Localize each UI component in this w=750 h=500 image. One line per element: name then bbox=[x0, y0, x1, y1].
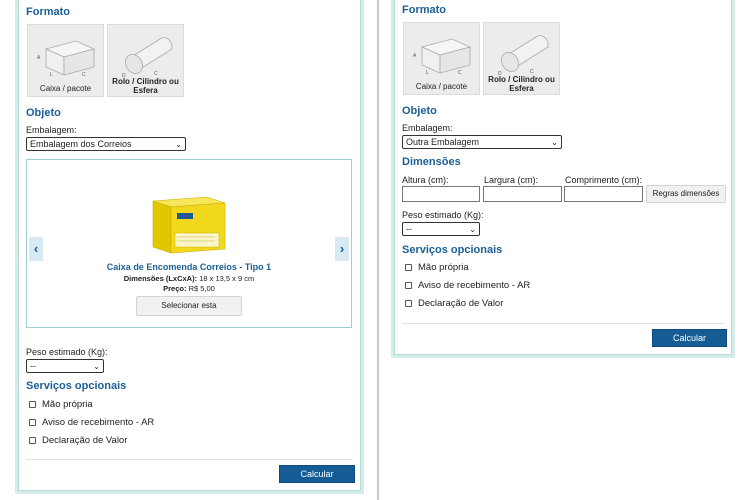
product-dimensions-value: 18 x 13,5 x 9 cm bbox=[199, 274, 255, 283]
shape-label-box: Caixa / pacote bbox=[39, 84, 92, 93]
svg-text:L: L bbox=[50, 72, 53, 78]
peso-select-value: -- bbox=[406, 224, 412, 234]
checkbox-aviso-recebimento[interactable] bbox=[29, 419, 36, 426]
formato-heading: Formato bbox=[402, 4, 446, 16]
svg-text:A: A bbox=[413, 53, 417, 59]
embalagem-select-value: Outra Embalagem bbox=[406, 137, 480, 147]
shape-label-cylinder: Rolo / Cilindro ou Esfera bbox=[488, 75, 555, 93]
packaging-carousel: ‹ › Caixa de Encomenda Correios - Tipo 1… bbox=[26, 159, 352, 328]
option-aviso-recebimento: Aviso de recebimento - AR bbox=[418, 280, 531, 291]
embalagem-label: Embalagem: bbox=[26, 125, 77, 135]
box-icon: A L C bbox=[413, 38, 472, 76]
svg-text:L: L bbox=[426, 70, 429, 76]
chevron-down-icon: ⌄ bbox=[175, 140, 182, 149]
embalagem-select[interactable]: Embalagem dos Correios ⌄ bbox=[26, 137, 186, 151]
servicos-heading: Serviços opcionais bbox=[402, 244, 503, 256]
shape-option-cylinder[interactable]: D C Rolo / Cilindro ou Esfera bbox=[483, 22, 560, 95]
box-icon: A L C bbox=[37, 40, 96, 78]
peso-select-value: -- bbox=[30, 361, 36, 371]
product-price-label: Preço: bbox=[163, 284, 187, 293]
chevron-down-icon: ⌄ bbox=[551, 138, 558, 147]
shape-label-box: Caixa / pacote bbox=[415, 82, 468, 91]
option-declaracao-valor: Declaração de Valor bbox=[42, 435, 128, 446]
cylinder-icon: D C bbox=[498, 35, 549, 77]
option-aviso-recebimento: Aviso de recebimento - AR bbox=[42, 417, 155, 428]
altura-input[interactable] bbox=[402, 186, 480, 202]
product-price-value: R$ 5,00 bbox=[188, 284, 215, 293]
shape-option-cylinder[interactable]: D C Rolo / Cilindro ou Esfera bbox=[107, 24, 184, 97]
svg-text:A: A bbox=[37, 55, 41, 61]
embalagem-select[interactable]: Outra Embalagem ⌄ bbox=[402, 135, 562, 149]
product-price: Preço: R$ 5,00 bbox=[27, 284, 351, 293]
checkbox-mao-propria[interactable] bbox=[405, 264, 412, 271]
shape-label-cylinder: Rolo / Cilindro ou Esfera bbox=[112, 77, 179, 95]
product-dimensions: Dimensões (LxCxA): 18 x 13,5 x 9 cm bbox=[27, 274, 351, 283]
altura-label: Altura (cm): bbox=[402, 175, 449, 185]
left-form-panel: Formato A L C Caixa / pacote D C Rolo / … bbox=[15, 0, 364, 494]
peso-select[interactable]: -- ⌄ bbox=[402, 222, 480, 236]
peso-label: Peso estimado (Kg): bbox=[26, 347, 108, 357]
form-separator bbox=[402, 323, 724, 324]
objeto-heading: Objeto bbox=[26, 107, 61, 119]
right-form-panel: Formato A L C Caixa / pacote D C Rolo / … bbox=[391, 0, 735, 358]
svg-text:C: C bbox=[82, 72, 86, 78]
cylinder-icon: D C bbox=[122, 37, 173, 79]
product-box-image bbox=[152, 196, 226, 254]
regras-dimensoes-button[interactable]: Regras dimensões bbox=[646, 185, 726, 203]
calcular-button[interactable]: Calcular bbox=[279, 465, 355, 483]
product-title: Caixa de Encomenda Correios - Tipo 1 bbox=[106, 262, 272, 272]
product-dimensions-label: Dimensões (LxCxA): bbox=[123, 274, 198, 283]
comprimento-label: Comprimento (cm): bbox=[565, 175, 643, 185]
chevron-down-icon: ⌄ bbox=[469, 225, 476, 234]
formato-heading: Formato bbox=[26, 6, 70, 18]
comprimento-input[interactable] bbox=[564, 186, 643, 202]
checkbox-declaracao-valor[interactable] bbox=[29, 437, 36, 444]
servicos-heading: Serviços opcionais bbox=[26, 380, 127, 392]
shape-option-box[interactable]: A L C Caixa / pacote bbox=[27, 24, 104, 97]
largura-label: Largura (cm): bbox=[484, 175, 539, 185]
chevron-right-icon[interactable]: › bbox=[335, 237, 349, 261]
shape-option-box[interactable]: A L C Caixa / pacote bbox=[403, 22, 480, 95]
option-mao-propria: Mão própria bbox=[42, 399, 93, 410]
largura-input[interactable] bbox=[483, 186, 562, 202]
form-separator bbox=[26, 459, 353, 460]
svg-text:C: C bbox=[458, 70, 462, 76]
checkbox-declaracao-valor[interactable] bbox=[405, 300, 412, 307]
option-declaracao-valor: Declaração de Valor bbox=[418, 298, 504, 309]
screenshot-stage: Formato A L C Caixa / pacote D C Rolo / … bbox=[0, 0, 750, 500]
dimensoes-heading: Dimensões bbox=[402, 156, 461, 168]
checkbox-aviso-recebimento[interactable] bbox=[405, 282, 412, 289]
chevron-left-icon[interactable]: ‹ bbox=[29, 237, 43, 261]
chevron-down-icon: ⌄ bbox=[93, 362, 100, 371]
checkbox-mao-propria[interactable] bbox=[29, 401, 36, 408]
calcular-button[interactable]: Calcular bbox=[652, 329, 727, 347]
column-divider bbox=[377, 0, 379, 500]
peso-select[interactable]: -- ⌄ bbox=[26, 359, 104, 373]
option-mao-propria: Mão própria bbox=[418, 262, 469, 273]
objeto-heading: Objeto bbox=[402, 105, 437, 117]
embalagem-label: Embalagem: bbox=[402, 123, 453, 133]
embalagem-select-value: Embalagem dos Correios bbox=[30, 139, 132, 149]
select-product-button[interactable]: Selecionar esta bbox=[136, 296, 242, 316]
peso-label: Peso estimado (Kg): bbox=[402, 210, 484, 220]
